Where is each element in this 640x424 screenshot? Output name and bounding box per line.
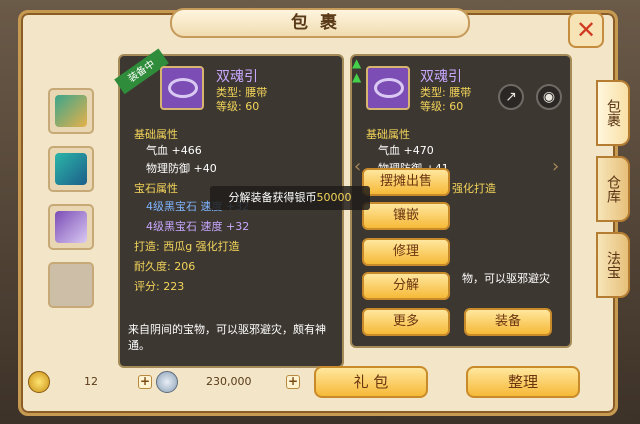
- next-arrow-icon[interactable]: ›: [552, 156, 559, 177]
- item-level: 等级: 60: [216, 100, 260, 113]
- compare-item-tooltip: 双魂引 类型: 腰带 等级: 60 ↗ ◉ 基础属性 气血 +470 ▲ 物理防…: [350, 54, 572, 348]
- fan-icon: [55, 153, 87, 185]
- tab-warehouse[interactable]: 仓库: [596, 156, 630, 222]
- gift-button[interactable]: 礼 包: [314, 366, 428, 398]
- belt-icon: [55, 211, 87, 243]
- add-silver-button[interactable]: +: [286, 375, 300, 389]
- armor-icon: [55, 95, 87, 127]
- compare-item-name: 双魂引: [420, 69, 462, 85]
- belt-icon: [366, 66, 410, 110]
- prev-arrow-icon[interactable]: ‹: [354, 156, 361, 177]
- more-button[interactable]: 更多: [362, 308, 450, 336]
- decompose-button[interactable]: 分解: [362, 272, 450, 300]
- add-gold-button[interactable]: +: [138, 375, 152, 389]
- equip-button[interactable]: 装备: [464, 308, 552, 336]
- currency-bar: 12 + 230,000 +: [24, 370, 314, 394]
- compare-item-level: 等级: 60: [420, 100, 464, 113]
- repair-button[interactable]: 修理: [362, 238, 450, 266]
- stat-defense: 物理防御 +40: [146, 162, 217, 175]
- score: 评分: 223: [134, 280, 185, 293]
- inlay-button[interactable]: 镶嵌: [362, 202, 450, 230]
- equipment-slots: [48, 88, 96, 320]
- base-attr-title: 基础属性: [134, 128, 178, 141]
- equipped-item-tooltip: 装备中 双魂引 类型: 腰带 等级: 60 基础属性 气血 +466 物理防御 …: [114, 48, 344, 368]
- forge-line: 打造: 西瓜g 强化打造: [134, 240, 240, 253]
- arrange-button[interactable]: 整理: [466, 366, 580, 398]
- tab-bag[interactable]: 包裹: [596, 80, 630, 146]
- equip-slot-armor[interactable]: [48, 88, 94, 134]
- item-description: 来自阴间的宝物，可以驱邪避灾，颇有神通。: [128, 323, 326, 352]
- item-name: 双魂引: [216, 69, 258, 85]
- share-icon[interactable]: ↗: [498, 84, 524, 110]
- notice-popup: 分解装备获得银币50000: [210, 186, 370, 210]
- belt-icon: [160, 66, 204, 110]
- compare-partial-desc: 物，可以驱邪避灾: [462, 272, 550, 285]
- tab-treasure[interactable]: 法宝: [596, 232, 630, 298]
- window-title-bar: 包裹: [170, 8, 470, 38]
- gem-attr-title: 宝石属性: [134, 182, 178, 195]
- gold-amount: 12: [84, 375, 98, 388]
- equip-slot-empty[interactable]: [48, 262, 94, 308]
- silver-amount: 230,000: [206, 375, 252, 388]
- close-button[interactable]: ✕: [568, 12, 604, 48]
- sell-button[interactable]: 摆摊出售: [362, 168, 450, 196]
- stat-hp: 气血 +466: [146, 144, 202, 157]
- compare-forge-tag: 强化打造: [452, 182, 496, 195]
- side-tab-bar: 包裹 仓库 法宝: [596, 80, 630, 308]
- durability: 耐久度: 206: [134, 260, 196, 273]
- compare-base-title: 基础属性: [366, 128, 410, 141]
- notice-amount: 50000: [316, 191, 352, 204]
- gold-coin-icon: [28, 371, 50, 393]
- equip-slot-belt[interactable]: [48, 204, 94, 250]
- notice-text: 分解装备获得银币: [228, 191, 317, 204]
- compare-stat-hp: 气血 +470: [378, 144, 434, 157]
- view-icon[interactable]: ◉: [536, 84, 562, 110]
- gem-stat-2: 4级黑宝石 速度 +32: [146, 220, 250, 233]
- equip-slot-fan[interactable]: [48, 146, 94, 192]
- silver-coin-icon: [156, 371, 178, 393]
- window-title: 包裹: [291, 13, 349, 33]
